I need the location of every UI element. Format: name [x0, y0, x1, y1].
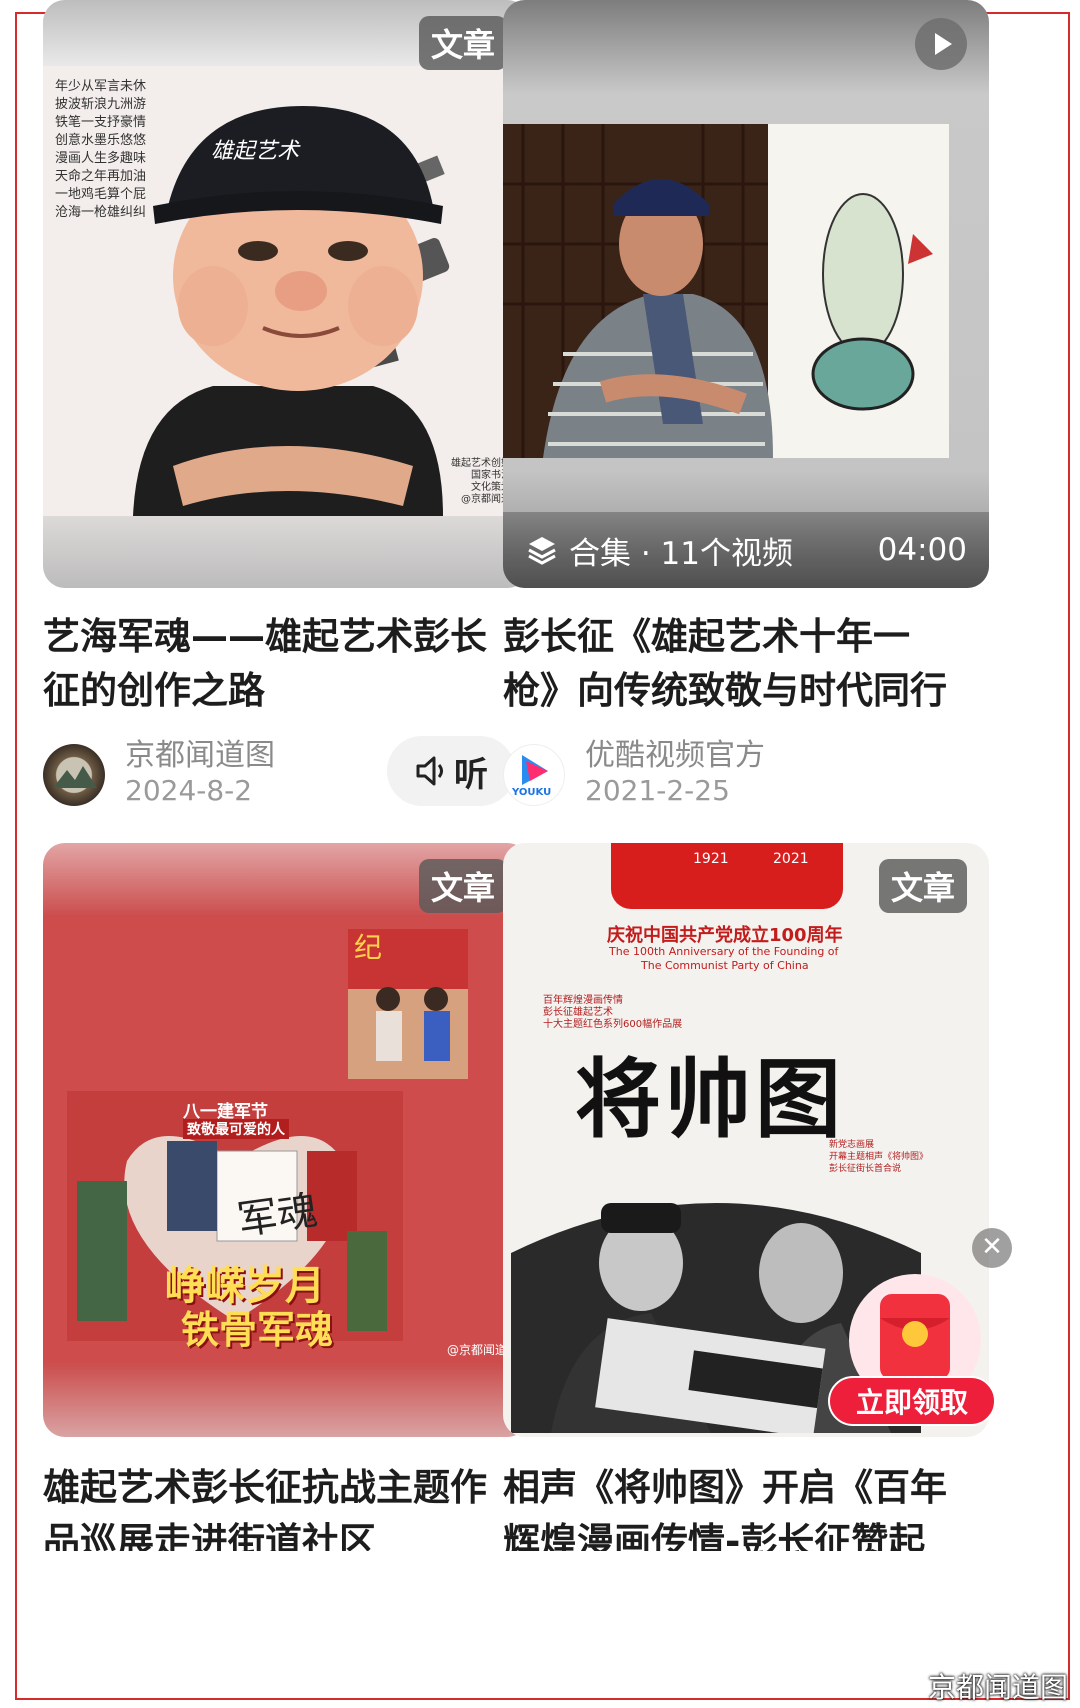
red-envelope-widget[interactable]: 立即领取 [828, 1272, 996, 1432]
play-icon [935, 33, 952, 55]
article-badge: 文章 [418, 859, 507, 913]
cap-text: 雄起艺术 [211, 139, 300, 164]
card-thumbnail[interactable]: 纪 八一建军节 致敬最可爱的人 军魂 峥嵘岁月 铁骨军魂 @京都闻道图 文章 [43, 843, 529, 1437]
poster-english-2: The Communist Party of China [641, 959, 809, 972]
card-title[interactable]: 雄起艺术彭长征抗战主题作 品巡展走进街道社区 [43, 1461, 529, 1551]
layers-icon [528, 537, 556, 565]
year-1921: 1921 [693, 851, 729, 867]
collection-bar[interactable]: 合集 · 11个视频 04:00 [503, 512, 989, 588]
youku-logo-text: YOUKU [512, 787, 552, 798]
article-badge: 文章 [418, 16, 507, 70]
article-badge: 文章 [878, 859, 967, 913]
video-still [503, 124, 949, 458]
watermark-text: 京都闻道图 [927, 1671, 1068, 1704]
title-line: 雄起艺术彭长征抗战主题作 [43, 1466, 487, 1509]
title-line: 征的创作之路 [43, 669, 265, 712]
card-thumbnail[interactable]: 雄起艺术 年少从军言未休 披波斩浪九洲游 铁笔一支抒豪情 创意水墨乐悠悠 漫画人… [43, 0, 529, 588]
publish-date: 2024-8-2 [125, 774, 253, 807]
card-title[interactable]: 相声《将帅图》开启《百年 辉煌漫画传情-彭长征赞起 [503, 1461, 989, 1551]
event-photo: 纪 [348, 929, 468, 1079]
poem-line: 天命之年再加油 [55, 169, 147, 184]
title-line: 相声《将帅图》开启《百年 [503, 1466, 947, 1509]
title-line: 辉煌漫画传情-彭长征赞起 [503, 1520, 926, 1551]
author-avatar[interactable]: YOUKU [503, 744, 565, 806]
listen-label: 听 [454, 754, 488, 795]
speaker-icon [416, 756, 443, 786]
year-2021: 2021 [773, 851, 809, 867]
claim-now-button[interactable]: 立即领取 [828, 1376, 996, 1426]
banner-subtext: 致敬最可爱的人 [183, 1119, 289, 1139]
poem-block: 年少从军言未休 披波斩浪九洲游 铁笔一支抒豪情 创意水墨乐悠悠 漫画人生多趣味 … [55, 78, 146, 222]
svg-text:纪: 纪 [354, 931, 382, 964]
author-avatar[interactable] [43, 744, 105, 806]
poem-line: 年少从军言未休 [55, 79, 147, 94]
poem-line: 一地鸡毛算个屁 [55, 187, 147, 202]
poster-english-1: The 100th Anniversary of the Founding of [609, 945, 839, 958]
card-title[interactable]: 艺海军魂——雄起艺术彭长 征的创作之路 [43, 610, 529, 718]
poem-line: 漫画人生多趣味 [55, 151, 147, 166]
poster-small-3: 十大主题红色系列600幅作品展 [543, 1019, 683, 1030]
collection-label: 合集 · 11个视频 [569, 535, 794, 572]
title-line: 枪》向传统致敬与时代同行 [503, 669, 947, 712]
card-meta: YOUKU 优酷视频官方 2021-2-25 [503, 730, 989, 820]
author-name[interactable]: 京都闻道图 [125, 730, 275, 774]
poem-line: 披波斩浪九洲游 [55, 97, 147, 112]
poem-line: 沧海一枪雄纠纠 [55, 205, 147, 220]
play-button[interactable] [915, 18, 967, 70]
card-title[interactable]: 彭长征《雄起艺术十年一 枪》向传统致敬与时代同行 [503, 610, 989, 718]
listen-button[interactable]: 听 [387, 736, 515, 806]
calligraphy-text: 军魂 [234, 1187, 321, 1245]
card-meta: 京都闻道图 2024-8-2 听 [43, 730, 529, 820]
slogan-line-2: 铁骨军魂 [181, 1308, 334, 1352]
close-icon[interactable]: ✕ [972, 1228, 1012, 1268]
landscape-icon [53, 766, 97, 788]
author-name[interactable]: 优酷视频官方 [585, 730, 765, 774]
video-thumbnail[interactable]: 合集 · 11个视频 04:00 [503, 0, 989, 588]
title-line: 品巡展走进街道社区 [43, 1520, 376, 1551]
poster-big-title: 将帅图 [575, 1049, 845, 1150]
publish-date: 2021-2-25 [585, 774, 730, 807]
poem-line: 创意水墨乐悠悠 [55, 133, 147, 148]
title-line: 彭长征《雄起艺术十年一 [503, 615, 910, 658]
poster-heading: 庆祝中国共产党成立100周年 [607, 925, 843, 946]
video-duration: 04:00 [877, 532, 967, 568]
poem-line: 铁笔一支抒豪情 [55, 115, 147, 130]
title-line: 艺海军魂——雄起艺术彭长 [43, 615, 487, 658]
